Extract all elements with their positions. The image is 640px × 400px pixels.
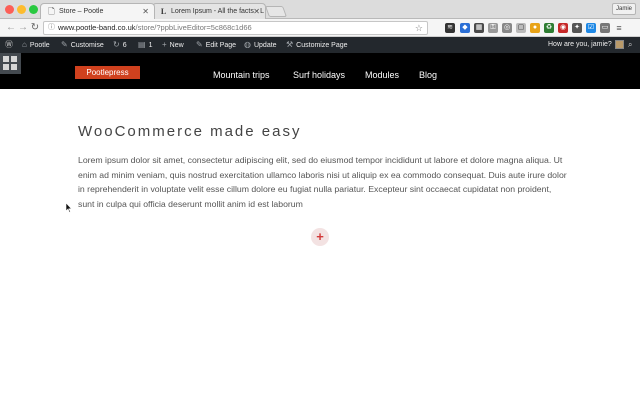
red-extension-icon[interactable]: ◉ bbox=[558, 23, 568, 33]
globe-icon: ◍ bbox=[244, 40, 251, 49]
update-label: Update bbox=[253, 42, 277, 49]
chrome-extension-icon[interactable]: ● bbox=[530, 23, 540, 33]
pencil-icon: ✎ bbox=[196, 40, 203, 49]
profile-name: Jamie bbox=[615, 6, 632, 12]
nav-item-blog[interactable]: Blog bbox=[419, 70, 437, 80]
content-paragraph: Lorem ipsum dolor sit amet, consectetur … bbox=[78, 155, 567, 209]
checkbox-extension-icon[interactable]: ☑ bbox=[586, 23, 596, 33]
new-tab-button[interactable] bbox=[264, 6, 288, 17]
address-domain: www.pootle-band.co.uk bbox=[58, 23, 136, 32]
avatar bbox=[614, 39, 624, 49]
zoom-window-button[interactable] bbox=[29, 5, 38, 14]
site-header: Pootlepress Mountain trips Surf holidays… bbox=[0, 53, 640, 89]
tab-close-icon[interactable]: ✕ bbox=[253, 7, 260, 16]
key-extension-icon[interactable]: ⚿ bbox=[488, 23, 498, 33]
comment-icon: ▤ bbox=[138, 40, 146, 49]
camera-extension-icon[interactable]: ◎ bbox=[502, 23, 512, 33]
page-info-icon[interactable]: ⓘ bbox=[48, 22, 55, 34]
site-logo-text: Pootlepress bbox=[86, 68, 129, 77]
puzzle-extension-icon[interactable]: ✦ bbox=[572, 23, 582, 33]
plus-icon: + bbox=[316, 229, 324, 244]
close-window-button[interactable] bbox=[5, 5, 14, 14]
browser-tab-store[interactable]: 🗋 Store – Pootle ✕ bbox=[40, 3, 155, 19]
home-icon: ⌂ bbox=[22, 40, 27, 49]
wrench-icon: ⚒ bbox=[286, 40, 294, 49]
admin-bar-customise[interactable]: ✎ Customise bbox=[61, 37, 104, 53]
greeting-label: How are you, jamie? bbox=[548, 41, 612, 48]
admin-bar-comments[interactable]: ▤ 1 bbox=[138, 37, 152, 53]
browser-tab-lorem[interactable]: L Lorem Ipsum - All the facts - L ✕ bbox=[152, 3, 266, 19]
mouse-cursor-icon bbox=[66, 203, 72, 213]
wp-admin-bar: Ⓦ ⌂ Pootle ✎ Customise ↻ 6 ▤ 1 + New ✎ Edit Pa… bbox=[0, 37, 640, 53]
tab-title: Lorem Ipsum - All the facts - L bbox=[171, 8, 264, 15]
nav-item-surf-holidays[interactable]: Surf holidays bbox=[293, 70, 345, 80]
add-row-button[interactable]: + bbox=[311, 228, 329, 246]
admin-bar-update[interactable]: ◍ Update bbox=[244, 37, 277, 53]
admin-bar-account[interactable]: How are you, jamie? bbox=[548, 37, 624, 53]
admin-bar-new[interactable]: + New bbox=[162, 37, 184, 53]
updates-icon: ↻ bbox=[113, 40, 120, 49]
layers-extension-icon[interactable]: ≋ bbox=[445, 23, 455, 33]
plus-icon: + bbox=[162, 40, 167, 49]
address-bar[interactable]: ⓘ www.pootle-band.co.uk/store/?ppbLiveEd… bbox=[43, 21, 428, 35]
wordpress-logo-icon[interactable]: Ⓦ bbox=[5, 37, 16, 53]
browser-tab-strip: 🗋 Store – Pootle ✕ L Lorem Ipsum - All t… bbox=[0, 0, 640, 19]
admin-bar-customize-page[interactable]: ⚒ Customize Page bbox=[286, 37, 348, 53]
site-name-label: Pootle bbox=[29, 42, 50, 49]
brush-icon: ✎ bbox=[61, 40, 68, 49]
admin-bar-search-icon[interactable]: ⌕ bbox=[628, 37, 635, 53]
site-logo[interactable]: Pootlepress bbox=[75, 66, 140, 79]
page-builder-grid-icon[interactable] bbox=[0, 53, 21, 74]
pootle-favicon-icon: 🗋 bbox=[48, 7, 55, 16]
menu-icon[interactable]: ≡ bbox=[614, 23, 624, 33]
document-extension-icon[interactable]: ▢ bbox=[516, 23, 526, 33]
bookmark-star-icon[interactable]: ☆ bbox=[415, 22, 423, 34]
page-title: WooCommerce made easy bbox=[78, 123, 302, 140]
lorem-ipsum-favicon-icon: L bbox=[160, 7, 167, 16]
grid-extension-icon[interactable]: ▦ bbox=[474, 23, 484, 33]
admin-bar-updates[interactable]: ↻ 6 bbox=[113, 37, 127, 53]
new-label: New bbox=[169, 42, 184, 49]
browser-toolbar: ← → ↻ ⓘ www.pootle-band.co.uk/store/?ppb… bbox=[0, 19, 640, 37]
nav-item-modules[interactable]: Modules bbox=[365, 70, 399, 80]
comments-count: 1 bbox=[148, 42, 153, 49]
nav-item-mountain-trips[interactable]: Mountain trips bbox=[213, 70, 270, 80]
address-path: /store/?ppbLiveEditor=5c868c1d66 bbox=[135, 23, 252, 32]
admin-bar-edit-page[interactable]: ✎ Edit Page bbox=[196, 37, 236, 53]
tab-title: Store – Pootle bbox=[59, 8, 104, 15]
forward-arrow-icon[interactable]: → bbox=[17, 22, 29, 34]
admin-bar-site-name[interactable]: ⌂ Pootle bbox=[22, 37, 50, 53]
profile-button[interactable]: Jamie bbox=[611, 3, 636, 15]
edit-page-label: Edit Page bbox=[205, 42, 237, 49]
customise-label: Customise bbox=[70, 42, 104, 49]
minimize-window-button[interactable] bbox=[17, 5, 26, 14]
recycle-extension-icon[interactable]: ♻ bbox=[544, 23, 554, 33]
customize-page-label: Customize Page bbox=[296, 42, 348, 49]
updates-count: 6 bbox=[122, 42, 127, 49]
back-arrow-icon[interactable]: ← bbox=[5, 22, 17, 34]
shield-extension-icon[interactable]: ◆ bbox=[460, 23, 470, 33]
cast-icon[interactable]: ▭ bbox=[600, 23, 610, 33]
reload-icon[interactable]: ↻ bbox=[29, 22, 41, 34]
tab-close-icon[interactable]: ✕ bbox=[142, 7, 149, 16]
